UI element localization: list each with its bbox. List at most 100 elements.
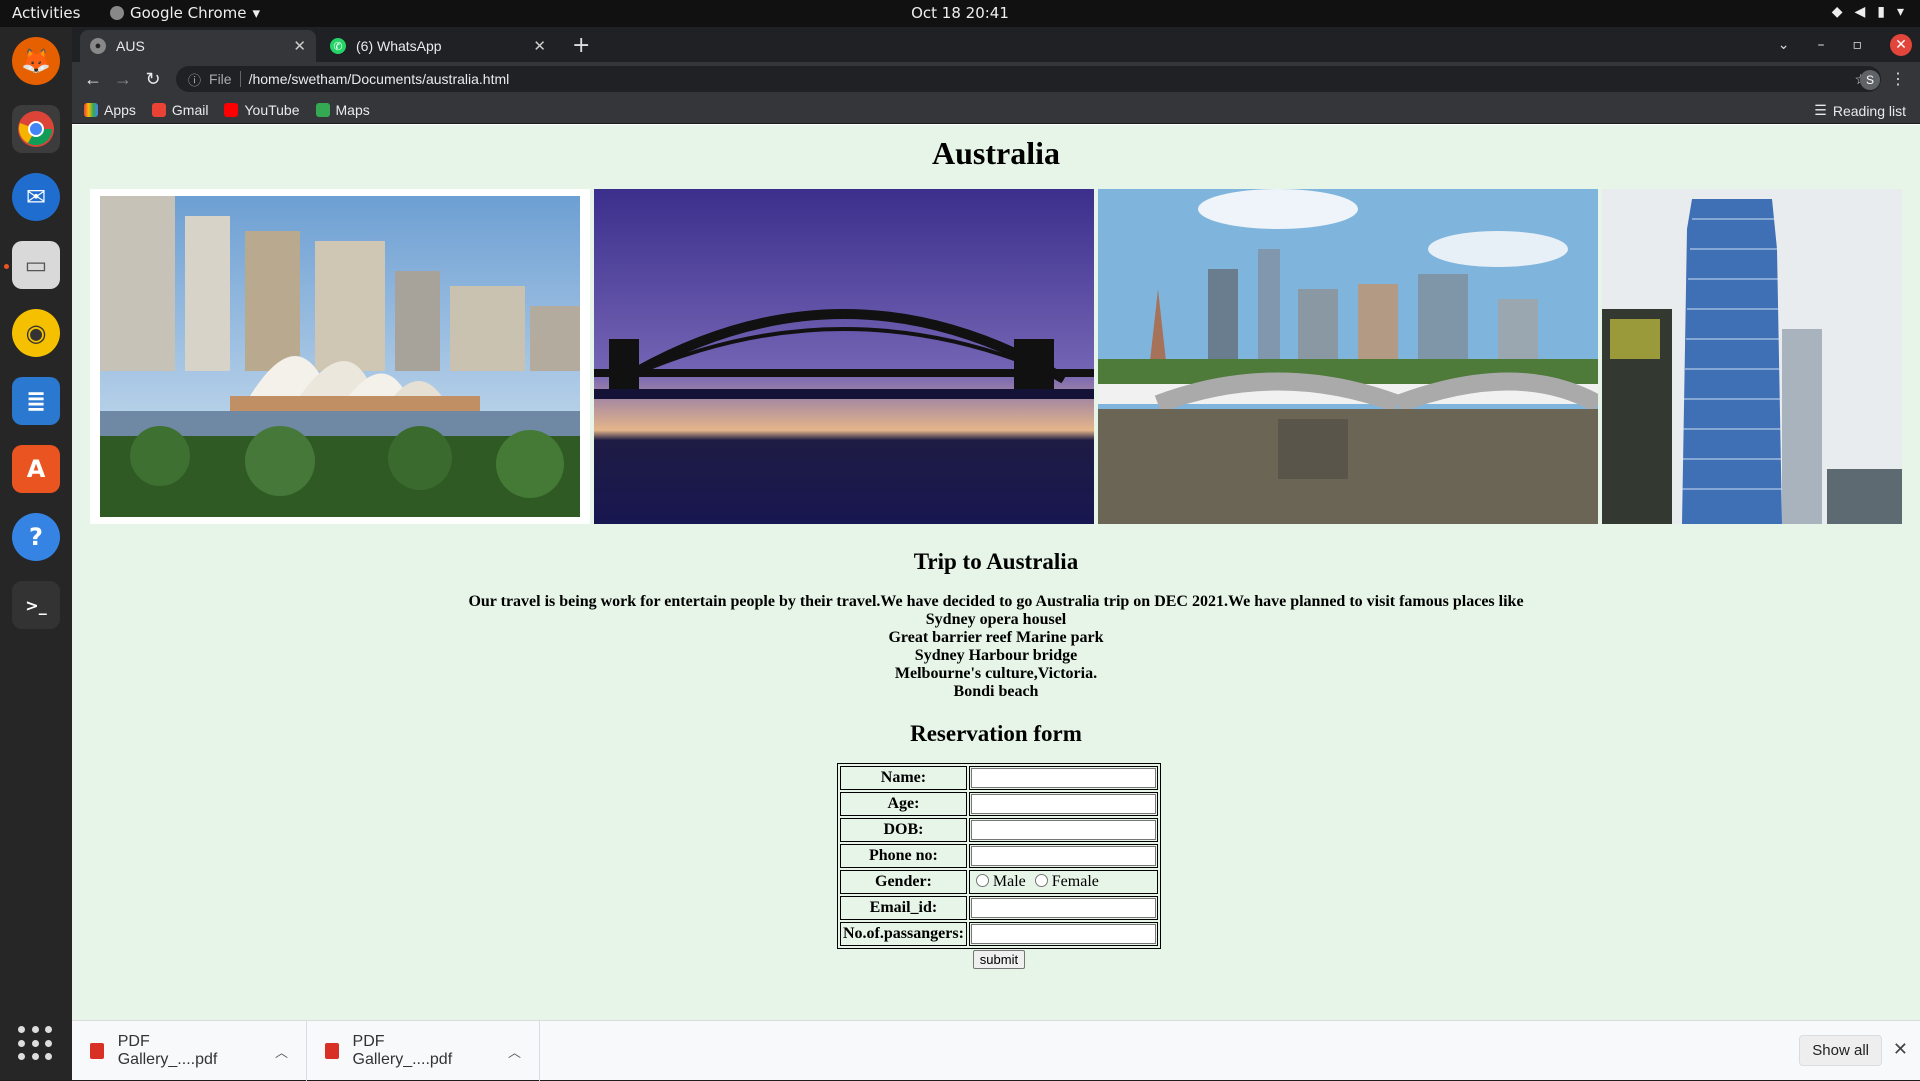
bookmark-gmail[interactable]: Gmail bbox=[151, 101, 209, 118]
form-row-dob: DOB: bbox=[840, 818, 1158, 842]
close-icon[interactable]: ✕ bbox=[1893, 1039, 1908, 1060]
dob-input[interactable] bbox=[970, 820, 1156, 840]
pdf-icon bbox=[90, 1043, 104, 1059]
sydney-harbour-bridge-photo bbox=[594, 189, 1094, 524]
trip-intro: Our travel is being work for entertain p… bbox=[468, 593, 1524, 610]
download-filename: PDF Gallery_....pdf bbox=[352, 1033, 453, 1068]
chrome-icon bbox=[110, 6, 124, 20]
bookmark-label: Maps bbox=[335, 101, 370, 118]
tab-title: (6) WhatsApp bbox=[356, 38, 442, 54]
writer-icon[interactable]: ≣ bbox=[12, 377, 60, 425]
thunderbird-icon[interactable]: ✉ bbox=[12, 173, 60, 221]
email-label: Email_id: bbox=[840, 896, 967, 920]
reservation-form: Name: Age: DOB: Phone no: Gender: Male F… bbox=[837, 763, 1161, 969]
new-tab-button[interactable]: + bbox=[572, 33, 590, 58]
phone-label: Phone no: bbox=[840, 844, 967, 868]
tab-whatsapp[interactable]: ✆ (6) WhatsApp ✕ bbox=[320, 30, 556, 62]
reading-list-button[interactable]: ☰ Reading list bbox=[1814, 102, 1906, 119]
whatsapp-icon: ✆ bbox=[330, 38, 346, 54]
chrome-icon[interactable] bbox=[12, 105, 60, 153]
phone-input[interactable] bbox=[970, 846, 1156, 866]
reading-list-label: Reading list bbox=[1832, 102, 1906, 119]
reservation-form-heading: Reservation form bbox=[910, 721, 1082, 746]
trip-heading: Trip to Australia bbox=[913, 549, 1079, 574]
chevron-up-icon[interactable]: ︿ bbox=[275, 1042, 288, 1061]
rhythmbox-icon[interactable]: ◉ bbox=[12, 309, 60, 357]
sydney-opera-house-photo bbox=[90, 189, 590, 524]
female-label: Female bbox=[1051, 873, 1099, 890]
male-radio[interactable] bbox=[975, 874, 989, 887]
gnome-top-bar: Activities Google Chrome ▾ Oct 18 20:41 … bbox=[0, 0, 1920, 27]
forward-icon[interactable]: → bbox=[108, 69, 138, 90]
form-row-gender: Gender: Male Female bbox=[840, 870, 1158, 894]
globe-icon: ● bbox=[90, 38, 106, 54]
close-icon[interactable]: ✕ bbox=[293, 37, 306, 55]
chevron-down-icon: ▾ bbox=[1896, 4, 1904, 20]
menu-icon[interactable]: ⋮ bbox=[1890, 69, 1906, 89]
bookmark-youtube[interactable]: YouTube bbox=[224, 102, 300, 118]
maximize-button[interactable]: ▫ bbox=[1853, 37, 1863, 53]
bookmark-label: Gmail bbox=[171, 101, 209, 118]
form-row-passengers: No.of.passangers: bbox=[840, 922, 1158, 946]
place-item: Great barrier reef Marine park bbox=[888, 629, 1104, 646]
running-indicator bbox=[4, 264, 9, 269]
back-icon[interactable]: ← bbox=[78, 69, 108, 90]
window-controls: ⌄ – ▫ ✕ bbox=[1778, 27, 1920, 62]
download-item[interactable]: PDF Gallery_....pdf ︿ bbox=[72, 1021, 307, 1081]
skyscraper-photo bbox=[1602, 189, 1902, 524]
show-applications-icon[interactable] bbox=[18, 1026, 54, 1062]
app-menu[interactable]: Google Chrome ▾ bbox=[110, 4, 260, 22]
dob-label: DOB: bbox=[840, 818, 967, 842]
gender-label: Gender: bbox=[840, 870, 967, 894]
window-close-button[interactable]: ✕ bbox=[1890, 33, 1912, 56]
gmail-icon bbox=[151, 102, 166, 117]
bookmark-apps[interactable]: Apps bbox=[84, 102, 136, 118]
help-icon[interactable]: ? bbox=[12, 513, 60, 561]
address-bar[interactable]: ⓘ File /home/swetham/Documents/australia… bbox=[176, 66, 1881, 92]
download-shelf: PDF Gallery_....pdf ︿ PDF Gallery_....pd… bbox=[72, 1020, 1920, 1081]
opera-house-image bbox=[100, 196, 580, 517]
name-label: Name: bbox=[840, 766, 967, 790]
pdf-icon bbox=[325, 1043, 339, 1059]
passengers-input[interactable] bbox=[970, 924, 1156, 944]
terminal-icon[interactable]: >_ bbox=[12, 581, 60, 629]
system-tray[interactable]: ◆ ◀ ▮ ▾ bbox=[1832, 4, 1904, 20]
wifi-icon: ◆ bbox=[1831, 4, 1843, 20]
download-filename: PDF Gallery_....pdf bbox=[117, 1033, 218, 1068]
minimize-button[interactable]: – bbox=[1818, 37, 1825, 53]
reservation-table: Name: Age: DOB: Phone no: Gender: Male F… bbox=[837, 763, 1161, 949]
battery-icon: ▮ bbox=[1877, 4, 1885, 20]
submit-button[interactable]: submit bbox=[972, 950, 1026, 969]
name-input[interactable] bbox=[970, 768, 1156, 788]
bookmark-label: Apps bbox=[104, 101, 136, 118]
ubuntu-software-icon[interactable]: A bbox=[12, 445, 60, 493]
bookmark-maps[interactable]: Maps bbox=[315, 101, 370, 118]
close-icon[interactable]: ✕ bbox=[533, 37, 546, 55]
clock[interactable]: Oct 18 20:41 bbox=[911, 4, 1009, 22]
activities-button[interactable]: Activities bbox=[12, 4, 80, 22]
tab-aus[interactable]: ● AUS ✕ bbox=[80, 30, 316, 62]
trip-description: Our travel is being work for entertain p… bbox=[72, 593, 1920, 701]
female-radio[interactable] bbox=[1034, 874, 1048, 887]
apps-grid-icon bbox=[84, 102, 98, 117]
dock: 🦊 ✉ ▭ ◉ ≣ A ? >_ bbox=[0, 27, 72, 1080]
melbourne-image bbox=[1098, 189, 1598, 524]
reload-icon[interactable]: ↻ bbox=[138, 69, 168, 90]
male-label: Male bbox=[992, 873, 1026, 890]
chevron-down-icon: ▾ bbox=[252, 4, 261, 22]
profile-avatar[interactable]: S bbox=[1860, 70, 1880, 90]
melbourne-bridge-photo bbox=[1098, 189, 1598, 524]
info-icon[interactable]: ⓘ bbox=[188, 70, 201, 89]
bookmarks-bar: Apps Gmail YouTube Maps ☰ Reading list bbox=[72, 96, 1920, 124]
age-input[interactable] bbox=[970, 794, 1156, 814]
show-all-button[interactable]: Show all bbox=[1799, 1035, 1882, 1066]
email-input[interactable] bbox=[970, 898, 1156, 918]
files-icon[interactable]: ▭ bbox=[12, 241, 60, 289]
download-item[interactable]: PDF Gallery_....pdf ︿ bbox=[307, 1021, 540, 1081]
firefox-icon[interactable]: 🦊 bbox=[12, 37, 60, 85]
address-url: /home/swetham/Documents/australia.html bbox=[248, 71, 510, 87]
tab-search-icon[interactable]: ⌄ bbox=[1778, 37, 1790, 53]
app-menu-label: Google Chrome bbox=[130, 4, 247, 22]
place-item: Sydney opera housel bbox=[925, 611, 1067, 628]
chevron-up-icon[interactable]: ︿ bbox=[508, 1042, 521, 1061]
